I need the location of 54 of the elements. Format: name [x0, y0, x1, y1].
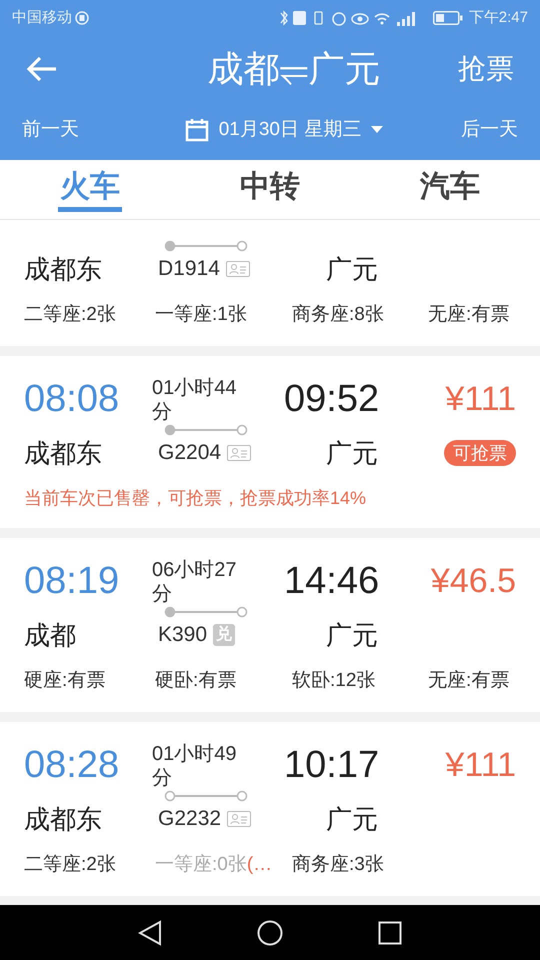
- battery-icon: [432, 11, 463, 25]
- duration: 01小时44分: [152, 376, 238, 424]
- train-number: G2204: [158, 440, 222, 466]
- clock: 下午2:47: [468, 8, 528, 28]
- seat-availability: 二等座:2张: [24, 303, 117, 327]
- route-title: 成都⥫广元: [208, 47, 380, 91]
- departure-time: 08:28: [24, 743, 120, 788]
- seat-availability: 硬卧:有票: [155, 669, 238, 693]
- arrival-station: 广元: [325, 803, 379, 836]
- seat-availability: 软卧:12张: [292, 669, 376, 693]
- id-card-icon: [226, 261, 250, 277]
- calendar-icon: [184, 118, 209, 142]
- tab[interactable]: 汽车: [360, 160, 540, 219]
- back-nav-icon[interactable]: [138, 920, 162, 946]
- train-number: K390: [158, 622, 208, 648]
- arrival-time: 09:52: [283, 377, 380, 422]
- price: ¥111: [445, 745, 516, 786]
- recents-nav-icon[interactable]: [378, 920, 402, 944]
- price: ¥111: [445, 379, 516, 420]
- home-nav-icon[interactable]: [256, 920, 283, 946]
- arrival-time: 10:17: [283, 743, 380, 788]
- carrier-name: 中国移动: [12, 8, 72, 28]
- departure-station: 成都: [24, 619, 77, 652]
- train-number: G2232: [158, 806, 222, 832]
- departure-time: 08:19: [24, 559, 120, 604]
- seat-availability: 硬座:有票: [24, 669, 106, 693]
- duration: 01小时49分: [152, 742, 238, 790]
- seat-availability: 一等座:1张: [155, 303, 248, 327]
- arrival-station: 广元: [325, 437, 379, 470]
- seat-availability: 商务座:3张: [292, 853, 385, 877]
- departure-station: 成都东: [24, 437, 103, 470]
- caret-icon: [371, 126, 384, 134]
- seat-availability: 二等座:2张: [24, 853, 117, 877]
- train-number: D1914: [158, 256, 220, 282]
- hd-icon: [75, 11, 89, 25]
- tab[interactable]: 中转: [180, 160, 360, 219]
- train-card[interactable]: 08:08 01小时44分 09:52 ¥111 成都东 G2204 广元 可抢票 当前车次已售罄，可抢票，抢票成功率14%: [0, 356, 540, 528]
- arrival-station: 广元: [325, 619, 379, 652]
- duration: 06小时27分: [152, 558, 238, 606]
- departure-station: 成都东: [24, 253, 103, 286]
- departure-time: 08:08: [24, 377, 120, 422]
- id-card-icon: [227, 811, 252, 827]
- price: ¥46.5: [430, 561, 516, 602]
- seat-availability: 无座:有票: [428, 303, 510, 327]
- seat-availability: 无座:有票: [428, 669, 510, 693]
- seat-availability: 一等座:0张(…: [155, 853, 274, 877]
- arrival-time: 14:46: [283, 559, 380, 604]
- train-card[interactable]: 08:28 01小时49分 10:17 ¥111 成都东 G2232 广元 二等座:2张 一等座:0张(… 商务座:3张: [0, 722, 540, 896]
- departure-station: 成都东: [24, 803, 103, 836]
- train-card[interactable]: 成都东 D1914 广元 二等座:2张 一等座:1张 商务座:8张 无座:有票: [0, 220, 540, 346]
- seat-availability: 商务座:8张: [292, 303, 385, 327]
- id-card-icon: [227, 445, 252, 461]
- sold-out-notice: 当前车次已售罄，可抢票，抢票成功率14%: [24, 487, 368, 510]
- arrival-station: 广元: [325, 253, 379, 286]
